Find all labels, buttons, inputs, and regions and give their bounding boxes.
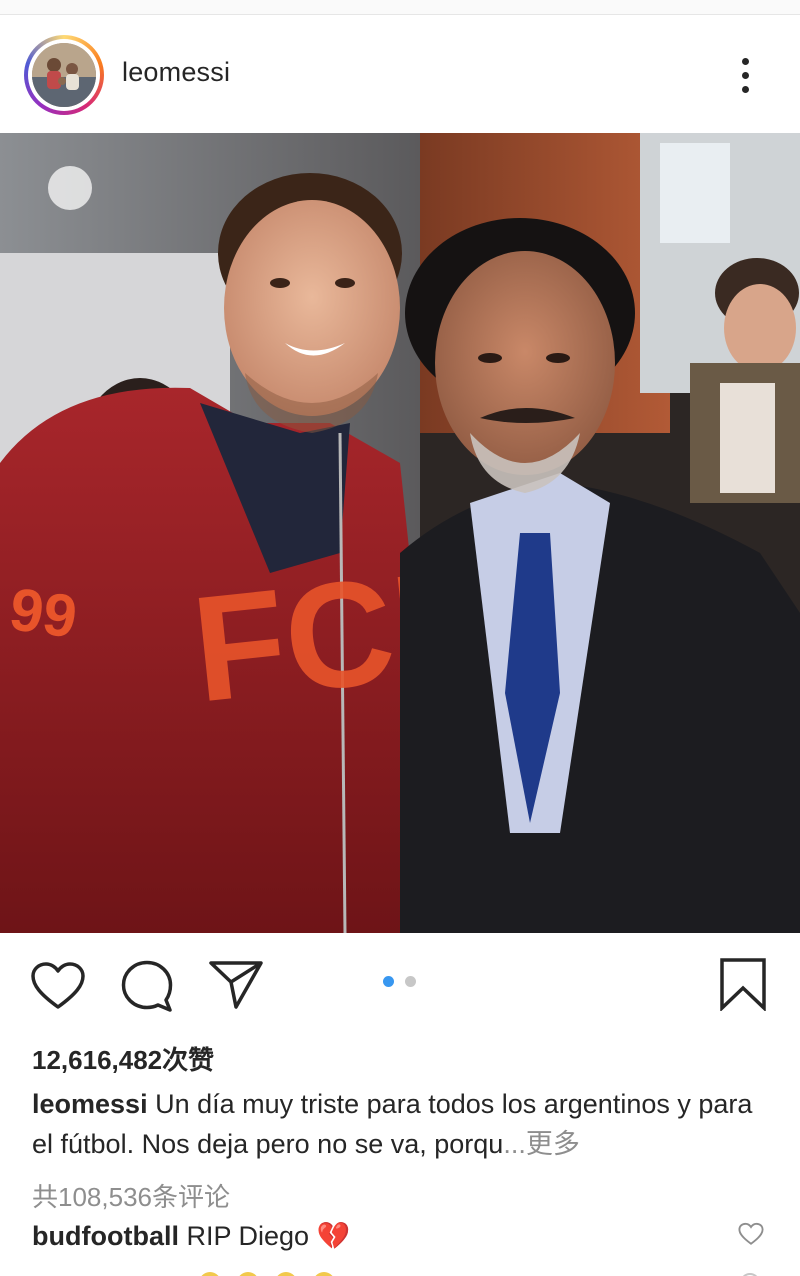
- avatar-image: [32, 43, 96, 107]
- more-options-icon[interactable]: [728, 54, 764, 98]
- avatar[interactable]: [24, 35, 104, 115]
- comment-like-heart-icon[interactable]: [738, 1222, 764, 1251]
- comment-icon[interactable]: [120, 959, 174, 1018]
- view-all-comments-link[interactable]: 共108,536条评论: [32, 1177, 230, 1214]
- broken-heart-emoji: 💔: [316, 1221, 351, 1251]
- comment-username[interactable]: budfootball: [32, 1221, 179, 1251]
- post-header: leomessi: [0, 14, 800, 132]
- post-username[interactable]: leomessi: [122, 57, 230, 88]
- caption-ellipsis: ...: [503, 1129, 526, 1159]
- comment-text: RIP Diego: [186, 1221, 310, 1251]
- post-photo-illustration: FCB 99: [0, 133, 800, 933]
- caption-username[interactable]: leomessi: [32, 1089, 148, 1119]
- sleeve-number: 99: [6, 575, 81, 651]
- post-action-bar: [0, 935, 800, 1030]
- share-icon[interactable]: [208, 959, 264, 1016]
- post-photo[interactable]: FCB 99: [0, 133, 800, 933]
- like-count[interactable]: 12,616,482次赞: [32, 1040, 214, 1077]
- post-caption: leomessi Un día muy triste para todos lo…: [32, 1084, 762, 1164]
- status-bar-edge: [0, 0, 800, 15]
- carousel-dot: [383, 976, 394, 987]
- carousel-dot: [405, 976, 416, 987]
- bookmark-icon[interactable]: [719, 957, 767, 1016]
- next-comment-peek: [0, 1266, 800, 1276]
- top-comment: budfootball RIP Diego 💔: [32, 1220, 350, 1252]
- heart-icon[interactable]: [30, 961, 86, 1016]
- caption-more-link[interactable]: 更多: [526, 1129, 580, 1159]
